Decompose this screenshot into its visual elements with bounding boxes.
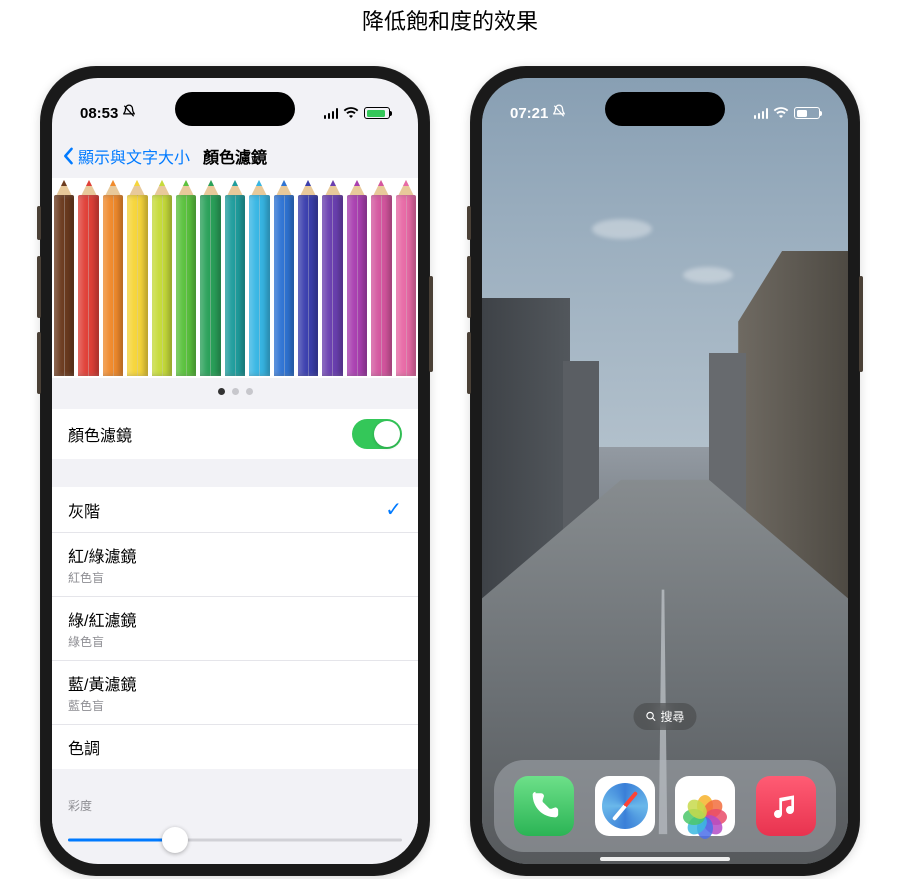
- volume-down-button[interactable]: [37, 332, 41, 394]
- pencil: [125, 180, 149, 376]
- screen-settings: 08:53 顯示與文字大小 顏色濾鏡: [52, 78, 418, 864]
- status-time: 08:53: [80, 105, 118, 122]
- pencil: [320, 180, 344, 376]
- volume-down-button[interactable]: [467, 332, 471, 394]
- checkmark-icon: ✓: [385, 497, 402, 522]
- option-subtitle: 紅色盲: [68, 569, 136, 586]
- filter-option-row[interactable]: 藍/黃濾鏡藍色盲: [52, 661, 418, 725]
- photos-icon: [685, 786, 725, 826]
- section-gap: [52, 769, 418, 787]
- dock: [494, 760, 836, 852]
- option-label: 綠/紅濾鏡: [68, 607, 136, 631]
- phone-left: 08:53 顯示與文字大小 顏色濾鏡: [40, 66, 430, 876]
- page-dot[interactable]: [246, 388, 253, 395]
- power-button[interactable]: [429, 276, 433, 372]
- power-button[interactable]: [859, 276, 863, 372]
- wifi-icon: [343, 105, 359, 122]
- dynamic-island: [605, 92, 725, 126]
- pencil: [247, 180, 271, 376]
- chevron-left-icon: [62, 147, 74, 165]
- pencil: [272, 180, 296, 376]
- search-label: 搜尋: [660, 708, 684, 725]
- dynamic-island: [175, 92, 295, 126]
- filter-option-row[interactable]: 色調: [52, 725, 418, 769]
- option-label: 灰階: [68, 498, 100, 522]
- mute-switch[interactable]: [37, 206, 41, 240]
- silent-icon: [122, 104, 136, 122]
- filter-option-row[interactable]: 灰階 ✓: [52, 487, 418, 533]
- nav-title: 顏色濾鏡: [203, 144, 267, 168]
- toggle-group: 顏色濾鏡: [52, 409, 418, 459]
- option-subtitle: 綠色盲: [68, 633, 136, 650]
- option-label: 紅/綠濾鏡: [68, 543, 136, 567]
- pencil-preview[interactable]: [52, 178, 418, 378]
- page-dot[interactable]: [232, 388, 239, 395]
- option-subtitle: 藍色盲: [68, 697, 136, 714]
- pencil: [76, 180, 100, 376]
- intensity-label: 彩度: [68, 797, 402, 814]
- settings-content: 顏色濾鏡 灰階 ✓ 紅/綠濾鏡紅色盲綠/紅濾鏡綠色盲藍/黃濾鏡藍色盲色調 彩度: [52, 178, 418, 864]
- pencil: [52, 180, 76, 376]
- silent-icon: [552, 104, 566, 122]
- slider-fill: [68, 839, 175, 842]
- pencil: [174, 180, 198, 376]
- stage: 08:53 顯示與文字大小 顏色濾鏡: [0, 36, 900, 876]
- app-photos[interactable]: [675, 776, 735, 836]
- phone-icon: [527, 789, 561, 823]
- option-label: 色調: [68, 735, 100, 759]
- battery-icon: [364, 107, 390, 119]
- pencil: [223, 180, 247, 376]
- pencil: [296, 180, 320, 376]
- signal-icon: [324, 108, 339, 119]
- app-music[interactable]: [756, 776, 816, 836]
- page-indicator[interactable]: [52, 378, 418, 409]
- music-note-icon: [770, 790, 802, 822]
- wifi-icon: [773, 105, 789, 122]
- slider-thumb[interactable]: [162, 827, 188, 853]
- volume-up-button[interactable]: [37, 256, 41, 318]
- pencil: [345, 180, 369, 376]
- cloud: [683, 267, 733, 283]
- nav-bar: 顯示與文字大小 顏色濾鏡: [52, 134, 418, 178]
- color-filters-toggle-row[interactable]: 顏色濾鏡: [52, 409, 418, 459]
- compass-icon: [602, 783, 648, 829]
- pencil: [150, 180, 174, 376]
- filter-option-row[interactable]: 紅/綠濾鏡紅色盲: [52, 533, 418, 597]
- filter-options-group: 灰階 ✓ 紅/綠濾鏡紅色盲綠/紅濾鏡綠色盲藍/黃濾鏡藍色盲色調: [52, 487, 418, 769]
- app-phone[interactable]: [514, 776, 574, 836]
- home-indicator[interactable]: [600, 857, 730, 861]
- nav-back-label: 顯示與文字大小: [78, 144, 190, 168]
- pencil: [369, 180, 393, 376]
- page-caption: 降低飽和度的效果: [0, 0, 900, 36]
- phone-right: 07:21 搜尋: [470, 66, 860, 876]
- battery-icon: [794, 107, 820, 119]
- pencil: [198, 180, 222, 376]
- signal-icon: [754, 108, 769, 119]
- section-gap: [52, 459, 418, 487]
- pencil: [101, 180, 125, 376]
- option-label: 藍/黃濾鏡: [68, 671, 136, 695]
- intensity-section: 彩度: [52, 787, 418, 852]
- status-time: 07:21: [510, 105, 548, 122]
- spotlight-search[interactable]: 搜尋: [633, 703, 696, 730]
- pencil: [394, 180, 418, 376]
- mute-switch[interactable]: [467, 206, 471, 240]
- search-icon: [645, 711, 656, 722]
- screen-home: 07:21 搜尋: [482, 78, 848, 864]
- nav-back-button[interactable]: 顯示與文字大小: [62, 144, 190, 168]
- intensity-slider[interactable]: [68, 828, 402, 852]
- volume-up-button[interactable]: [467, 256, 471, 318]
- filter-option-row[interactable]: 綠/紅濾鏡綠色盲: [52, 597, 418, 661]
- app-safari[interactable]: [595, 776, 655, 836]
- toggle-switch[interactable]: [352, 419, 402, 449]
- page-dot[interactable]: [218, 388, 225, 395]
- wallpaper: [482, 78, 848, 864]
- toggle-label: 顏色濾鏡: [68, 422, 132, 446]
